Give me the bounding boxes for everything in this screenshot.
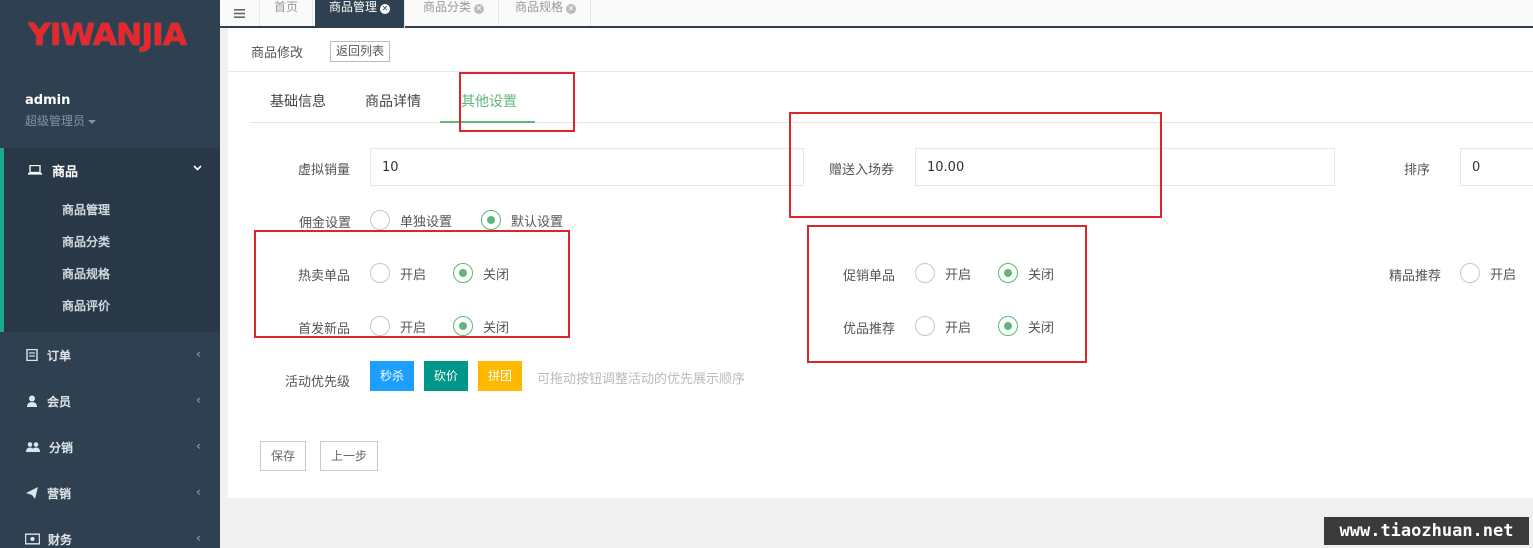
top-tab-goods-manage-label: 商品管理 (329, 0, 378, 14)
virtual-sales-input[interactable] (370, 148, 804, 186)
highlight-box-gift-ticket (789, 112, 1162, 218)
activity-priority-label: 活动优先级 (285, 375, 351, 390)
prev-step-button[interactable]: 上一步 (320, 441, 379, 471)
top-tab-home-label: 首页 (274, 0, 299, 14)
sidebar-group-marketing[interactable]: 营销 ‹ (0, 470, 220, 516)
radio-circle (370, 210, 390, 230)
panel-header: 商品修改 返回列表 (228, 28, 1533, 72)
top-tab-goods-spec-label: 商品规格 (515, 0, 564, 14)
radio-circle (481, 210, 501, 230)
sort-label: 排序 (1404, 163, 1431, 178)
user-profile[interactable]: admin 超级管理员 (25, 93, 97, 129)
radio-circle (1460, 263, 1480, 283)
sidebar-group-marketing-label: 营销 (47, 486, 72, 501)
sidebar-group-members[interactable]: 会员 ‹ (0, 378, 220, 424)
sidebar-group-finance-label: 财务 (48, 532, 73, 547)
commission-default-radio[interactable]: 默认设置 (481, 210, 563, 230)
logo-text: YIWANJIA (28, 18, 187, 53)
sidebar-group-goods-label: 商品 (52, 164, 79, 180)
top-tab-home[interactable]: 首页 (260, 0, 314, 26)
top-tab-goods-category[interactable]: 商品分类 ✕ (409, 0, 500, 26)
user-role[interactable]: 超级管理员 (25, 112, 97, 129)
menu-toggle-icon[interactable] (220, 0, 260, 26)
top-tab-goods-spec[interactable]: 商品规格 ✕ (501, 0, 592, 26)
tab-basic-info[interactable]: 基础信息 (270, 86, 326, 123)
commission-individual-radio[interactable]: 单独设置 (370, 210, 452, 230)
tab-goods-detail[interactable]: 商品详情 (365, 86, 421, 123)
sidebar-group-goods: 商品 商品管理 商品分类 商品规格 商品评价 (0, 148, 220, 332)
radio-label: 开启 (1490, 267, 1517, 283)
sidebar-item-goods-spec[interactable]: 商品规格 (62, 262, 110, 294)
radio-label: 默认设置 (511, 214, 564, 230)
sidebar-item-goods-review[interactable]: 商品评价 (62, 294, 110, 326)
activity-hint: 可拖动按钮调整活动的优先展示顺序 (537, 372, 746, 387)
top-tab-bar: 首页 商品管理 ✕ 商品分类 ✕ 商品规格 ✕ (220, 0, 1533, 28)
chevron-left-icon: ‹ (196, 439, 201, 453)
order-icon (26, 349, 38, 361)
close-icon[interactable]: ✕ (474, 4, 485, 14)
sidebar-group-finance[interactable]: 财务 ‹ (0, 516, 220, 548)
sidebar-group-goods-header[interactable]: 商品 (4, 148, 220, 192)
top-tab-goods-manage[interactable]: 商品管理 ✕ (315, 0, 406, 28)
user-icon (27, 395, 37, 407)
paper-plane-icon (26, 487, 38, 499)
boutique-recommend-label: 精品推荐 (1389, 269, 1442, 284)
logo[interactable]: YIWANJIA (0, 0, 220, 72)
hamburger-icon (234, 8, 245, 18)
user-name: admin (25, 93, 71, 108)
sidebar-group-orders-label: 订单 (47, 348, 72, 363)
sort-input[interactable] (1460, 148, 1533, 186)
sidebar-group-members-label: 会员 (47, 394, 72, 409)
sidebar-group-orders[interactable]: 订单 ‹ (0, 332, 220, 378)
virtual-sales-label: 虚拟销量 (298, 163, 351, 178)
caret-down-icon (88, 119, 97, 124)
activity-bargain-button[interactable]: 砍价 (424, 361, 469, 391)
sidebar-item-goods-category[interactable]: 商品分类 (62, 230, 110, 262)
chevron-left-icon: ‹ (196, 485, 201, 499)
highlight-box-promo-quality (807, 225, 1087, 363)
watermark: www.tiaozhuan.net (1324, 517, 1529, 545)
highlight-box-other-settings (459, 72, 575, 132)
chevron-down-icon (193, 165, 202, 171)
users-icon (26, 442, 40, 452)
sidebar-group-distribution[interactable]: 分销 ‹ (0, 424, 220, 470)
back-to-list-button[interactable]: 返回列表 (330, 41, 391, 62)
activity-group-buy-button[interactable]: 拼团 (478, 361, 523, 391)
commission-label: 佣金设置 (299, 216, 352, 231)
chevron-left-icon: ‹ (196, 531, 201, 545)
laptop-icon (28, 165, 42, 175)
radio-label: 单独设置 (400, 214, 453, 230)
top-tab-goods-category-label: 商品分类 (423, 0, 472, 14)
sidebar-submenu: 商品管理 商品分类 商品规格 商品评价 (62, 198, 110, 326)
highlight-box-hot-new (254, 230, 570, 338)
chevron-left-icon: ‹ (196, 347, 201, 361)
boutique-recommend-on-radio[interactable]: 开启 (1460, 263, 1516, 283)
chevron-left-icon: ‹ (196, 393, 201, 407)
activity-seckill-button[interactable]: 秒杀 (370, 361, 415, 391)
sidebar-group-distribution-label: 分销 (49, 440, 74, 455)
money-icon (25, 533, 40, 545)
close-icon[interactable]: ✕ (380, 4, 391, 14)
page-title: 商品修改 (251, 46, 304, 61)
sidebar: YIWANJIA admin 超级管理员 商品 商品管理 商品分类 商品规格 商… (0, 0, 220, 548)
save-button[interactable]: 保存 (260, 441, 307, 471)
close-icon[interactable]: ✕ (566, 4, 577, 14)
sidebar-item-goods-manage[interactable]: 商品管理 (62, 198, 110, 230)
user-role-label: 超级管理员 (25, 114, 86, 128)
